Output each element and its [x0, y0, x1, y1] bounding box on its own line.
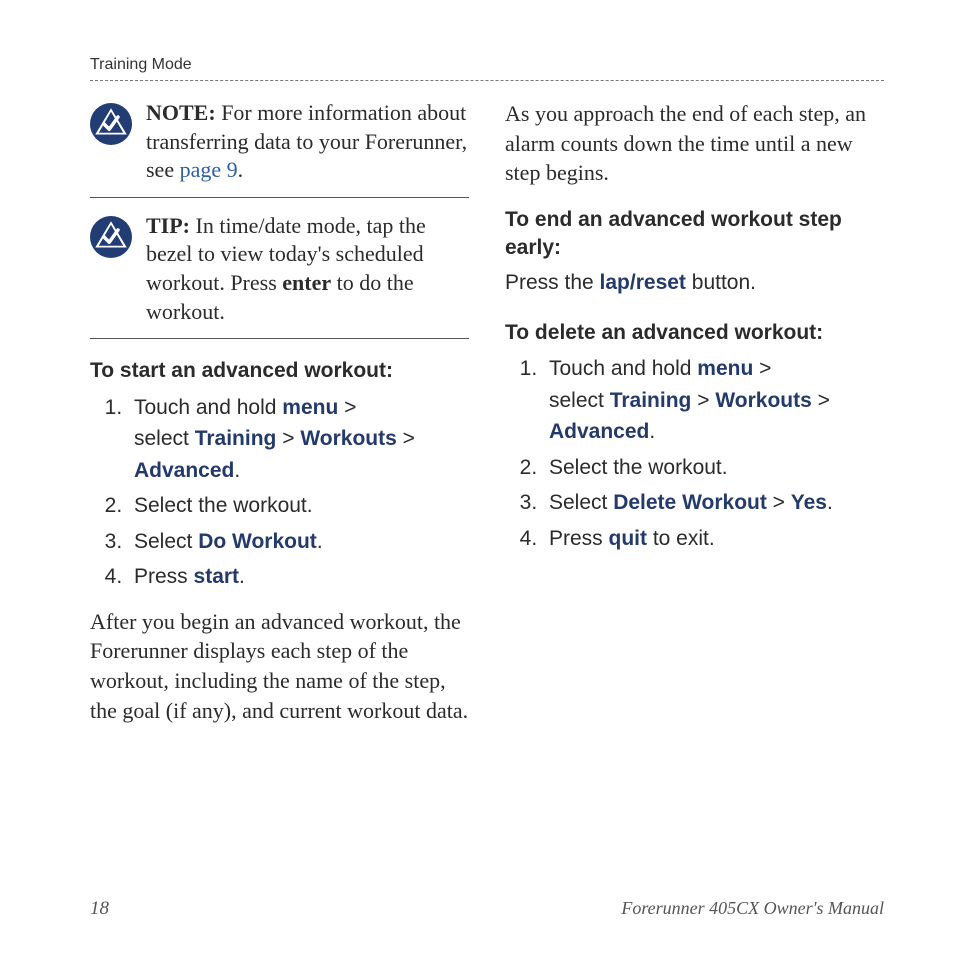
tip-callout: TIP: In time/date mode, tap the bezel to… [90, 212, 469, 339]
end-step-title: To end an advanced workout step early: [505, 206, 884, 263]
tip-icon [90, 216, 132, 258]
right-column: As you approach the end of each step, an… [505, 99, 884, 725]
key-menu: menu [282, 396, 338, 419]
list-item: Touch and hold menu > select Training > … [128, 392, 469, 487]
note-text: NOTE: For more information about transfe… [146, 99, 469, 185]
start-workout-steps: Touch and hold menu > select Training > … [90, 392, 469, 593]
key-start: start [194, 565, 240, 588]
tip-text: TIP: In time/date mode, tap the bezel to… [146, 212, 469, 326]
key-lap-reset: lap/reset [600, 271, 686, 294]
key-quit: quit [609, 527, 647, 550]
menu-do-workout: Do Workout [198, 530, 317, 553]
list-item: Select Do Workout. [128, 526, 469, 558]
alarm-paragraph: As you approach the end of each step, an… [505, 99, 884, 188]
list-item: Press start. [128, 561, 469, 593]
after-begin-paragraph: After you begin an advanced workout, the… [90, 607, 469, 726]
start-workout-title: To start an advanced workout: [90, 357, 469, 385]
list-item: Select the workout. [128, 490, 469, 522]
page-9-link[interactable]: page 9 [180, 157, 238, 182]
menu-training: Training [195, 427, 277, 450]
menu-yes: Yes [791, 491, 827, 514]
list-item: Select the workout. [543, 452, 884, 484]
key-menu: menu [697, 357, 753, 380]
page-number: 18 [90, 898, 109, 920]
note-icon [90, 103, 132, 145]
content-columns: NOTE: For more information about transfe… [90, 99, 884, 725]
note-label: NOTE: [146, 100, 216, 125]
menu-advanced: Advanced [549, 420, 649, 443]
note-callout: NOTE: For more information about transfe… [90, 99, 469, 198]
list-item: Touch and hold menu > select Training > … [543, 353, 884, 448]
menu-workouts: Workouts [300, 427, 396, 450]
list-item: Select Delete Workout > Yes. [543, 487, 884, 519]
tip-label: TIP: [146, 213, 190, 238]
running-head: Training Mode [90, 56, 884, 74]
key-enter: enter [282, 270, 331, 295]
list-item: Press quit to exit. [543, 523, 884, 555]
manual-title: Forerunner 405CX Owner's Manual [621, 898, 884, 919]
page-footer: 18 Forerunner 405CX Owner's Manual [90, 898, 884, 920]
end-step-instruction: Press the lap/reset button. [505, 269, 884, 297]
menu-advanced: Advanced [134, 459, 234, 482]
menu-delete-workout: Delete Workout [613, 491, 767, 514]
left-column: NOTE: For more information about transfe… [90, 99, 469, 725]
menu-workouts: Workouts [715, 389, 811, 412]
header-divider [90, 80, 884, 81]
delete-workout-title: To delete an advanced workout: [505, 319, 884, 347]
delete-workout-steps: Touch and hold menu > select Training > … [505, 353, 884, 554]
menu-training: Training [610, 389, 692, 412]
